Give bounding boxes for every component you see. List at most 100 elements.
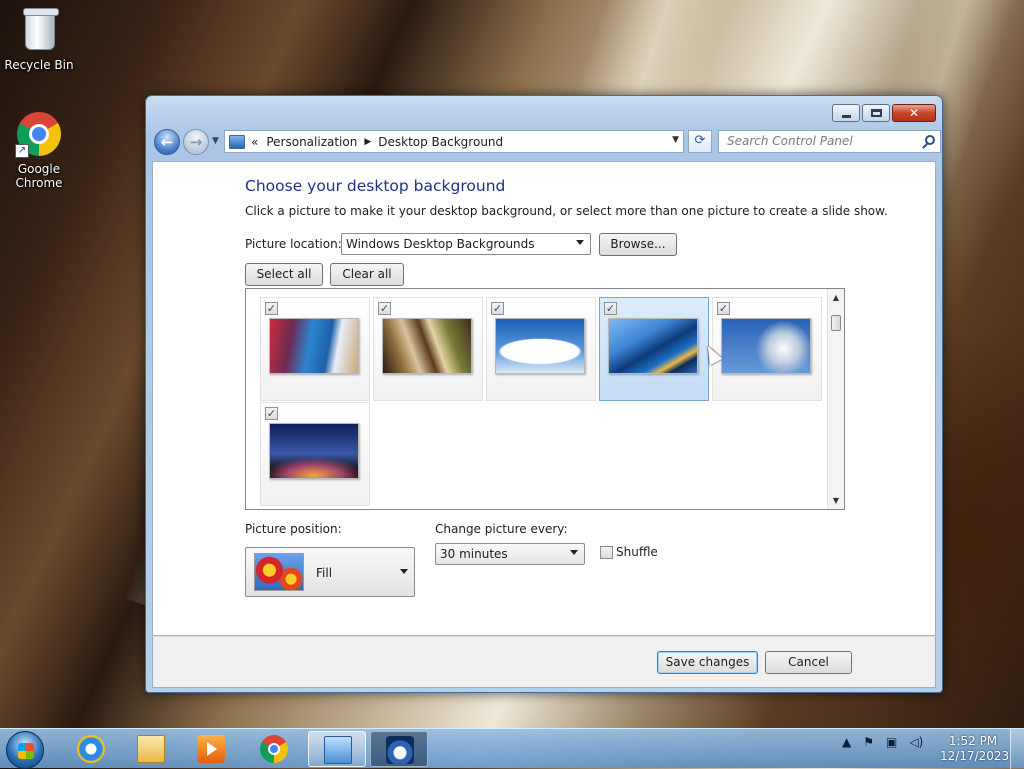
recent-pages-button[interactable]: ▼ — [212, 136, 219, 146]
breadcrumb-separator-icon[interactable]: ▶ — [364, 137, 371, 147]
taskbar-chrome[interactable] — [245, 731, 303, 767]
close-button[interactable]: ✕ — [892, 104, 936, 122]
chevron-down-icon — [576, 240, 584, 245]
clear-all-button[interactable]: Clear all — [330, 263, 404, 286]
caption-buttons: ✕ — [830, 104, 936, 122]
app-icon — [386, 736, 414, 764]
tile-checkbox[interactable]: ✓ — [265, 407, 278, 420]
chrome-icon — [260, 735, 288, 763]
tile-checkbox[interactable]: ✓ — [491, 302, 504, 315]
wallpaper-thumbnail — [269, 318, 359, 374]
taskbar-control-panel[interactable] — [308, 731, 366, 767]
back-arrow-icon: ← — [160, 133, 174, 151]
address-dropdown-icon[interactable]: ▼ — [672, 135, 679, 145]
tile-checkbox[interactable]: ✓ — [604, 302, 617, 315]
media-player-icon — [197, 735, 225, 763]
tile-checkbox[interactable]: ✓ — [265, 302, 278, 315]
gallery-tile[interactable]: ✓ — [260, 297, 370, 401]
show-desktop-button[interactable] — [1010, 729, 1024, 769]
change-picture-select[interactable]: 30 minutes — [435, 543, 585, 565]
action-center-flag-icon[interactable]: ⚑ — [863, 735, 874, 749]
notification-area: ▲ ⚑ ▣ ◁) — [842, 735, 923, 749]
desktop-icon-recycle-bin[interactable]: Recycle Bin — [0, 6, 78, 72]
maximize-icon — [871, 109, 882, 117]
minimize-button[interactable] — [832, 104, 860, 122]
picture-location-select[interactable]: Windows Desktop Backgrounds — [341, 233, 591, 255]
maximize-button[interactable] — [862, 104, 890, 122]
close-icon: ✕ — [908, 106, 920, 120]
chevron-down-icon — [400, 569, 408, 574]
picture-location-value: Windows Desktop Backgrounds — [346, 237, 535, 251]
gallery-tile[interactable]: ✓ — [373, 297, 483, 401]
breadcrumb-desktop-background[interactable]: Desktop Background — [378, 135, 503, 149]
taskbar-media-player[interactable] — [182, 731, 240, 767]
taskbar-internet-explorer[interactable] — [62, 731, 120, 767]
system-clock[interactable]: 1:52 PM 12/17/2023 — [940, 734, 1010, 764]
select-all-button[interactable]: Select all — [245, 263, 323, 286]
control-panel-icon — [324, 736, 352, 764]
picture-position-label: Picture position: — [245, 522, 342, 536]
taskbar: ▲ ⚑ ▣ ◁) 1:52 PM 12/17/2023 — [0, 728, 1024, 769]
browse-button[interactable]: Browse... — [599, 233, 677, 256]
position-preview-icon — [254, 553, 304, 591]
gallery-tile[interactable]: ✓ — [260, 402, 370, 506]
search-icon[interactable] — [925, 135, 935, 145]
show-hidden-icons-icon[interactable]: ▲ — [842, 735, 851, 749]
wallpaper-thumbnail — [269, 423, 359, 479]
shuffle-checkbox[interactable] — [600, 546, 613, 559]
folder-icon — [137, 735, 165, 763]
page-description: Click a picture to make it your desktop … — [245, 204, 888, 218]
change-picture-value: 30 minutes — [440, 547, 508, 561]
chevron-down-icon — [570, 550, 578, 555]
wallpaper-thumbnail — [382, 318, 472, 374]
breadcrumb-personalization[interactable]: Personalization — [266, 135, 357, 149]
forward-button[interactable]: → — [183, 129, 209, 155]
recycle-bin-icon — [15, 6, 63, 54]
clock-time: 1:52 PM — [948, 734, 998, 748]
scroll-down-icon[interactable]: ▼ — [828, 492, 844, 509]
tile-checkbox[interactable]: ✓ — [378, 302, 391, 315]
page-title: Choose your desktop background — [245, 177, 506, 195]
gallery-tile[interactable]: ✓ — [486, 297, 596, 401]
scroll-up-icon[interactable]: ▲ — [828, 289, 844, 306]
taskbar-app[interactable] — [370, 731, 428, 767]
back-button[interactable]: ← — [154, 129, 180, 155]
gallery-tile[interactable]: ✓ — [712, 297, 822, 401]
content-pane: Choose your desktop background Click a p… — [152, 161, 936, 636]
volume-icon[interactable]: ◁) — [909, 735, 923, 749]
wallpaper-thumbnail — [721, 318, 811, 374]
search-placeholder: Search Control Panel — [727, 134, 853, 148]
windows-logo-icon — [18, 743, 34, 759]
address-bar[interactable]: « Personalization ▶ Desktop Background ▼ — [224, 130, 684, 153]
refresh-icon: ⟳ — [694, 133, 706, 148]
desktop-icon-label: Google Chrome — [15, 162, 63, 190]
cancel-button[interactable]: Cancel — [765, 651, 852, 674]
desktop-background-window: ✕ ← → ▼ « Personalization ▶ Desktop Back… — [145, 95, 943, 693]
picture-location-label: Picture location: — [245, 237, 342, 251]
wallpaper-thumbnail — [608, 318, 698, 374]
change-picture-label: Change picture every: — [435, 522, 568, 536]
forward-arrow-icon: → — [189, 133, 203, 151]
save-changes-button[interactable]: Save changes — [657, 651, 758, 674]
gallery-tile-selected[interactable]: ✓ — [599, 297, 709, 401]
picture-position-select[interactable]: Fill — [245, 547, 415, 597]
scrollbar-thumb[interactable] — [831, 315, 841, 331]
breadcrumb-overflow[interactable]: « — [251, 135, 258, 149]
shortcut-arrow-icon: ↗ — [15, 144, 29, 158]
shuffle-label[interactable]: Shuffle — [616, 545, 658, 559]
dialog-footer: Save changes Cancel — [152, 636, 936, 688]
start-button[interactable] — [6, 731, 44, 769]
taskbar-windows-explorer[interactable] — [122, 731, 180, 767]
control-panel-icon — [229, 134, 245, 149]
refresh-button[interactable]: ⟳ — [688, 130, 712, 153]
gallery-scrollbar[interactable]: ▲ ▼ — [827, 289, 844, 509]
tile-checkbox[interactable]: ✓ — [717, 302, 730, 315]
wallpaper-thumbnail — [495, 318, 585, 374]
chrome-icon: ↗ — [15, 110, 63, 158]
clock-date: 12/17/2023 — [940, 749, 1010, 763]
desktop-icon-google-chrome[interactable]: ↗ Google Chrome — [0, 110, 78, 190]
picture-gallery: ✓ ✓ ✓ ✓ ✓ ✓ ▲ ▼ — [245, 288, 845, 510]
navigation-bar: ← → ▼ « Personalization ▶ Desktop Backgr… — [152, 128, 941, 156]
network-icon[interactable]: ▣ — [886, 735, 897, 749]
search-input[interactable]: Search Control Panel — [718, 130, 941, 153]
